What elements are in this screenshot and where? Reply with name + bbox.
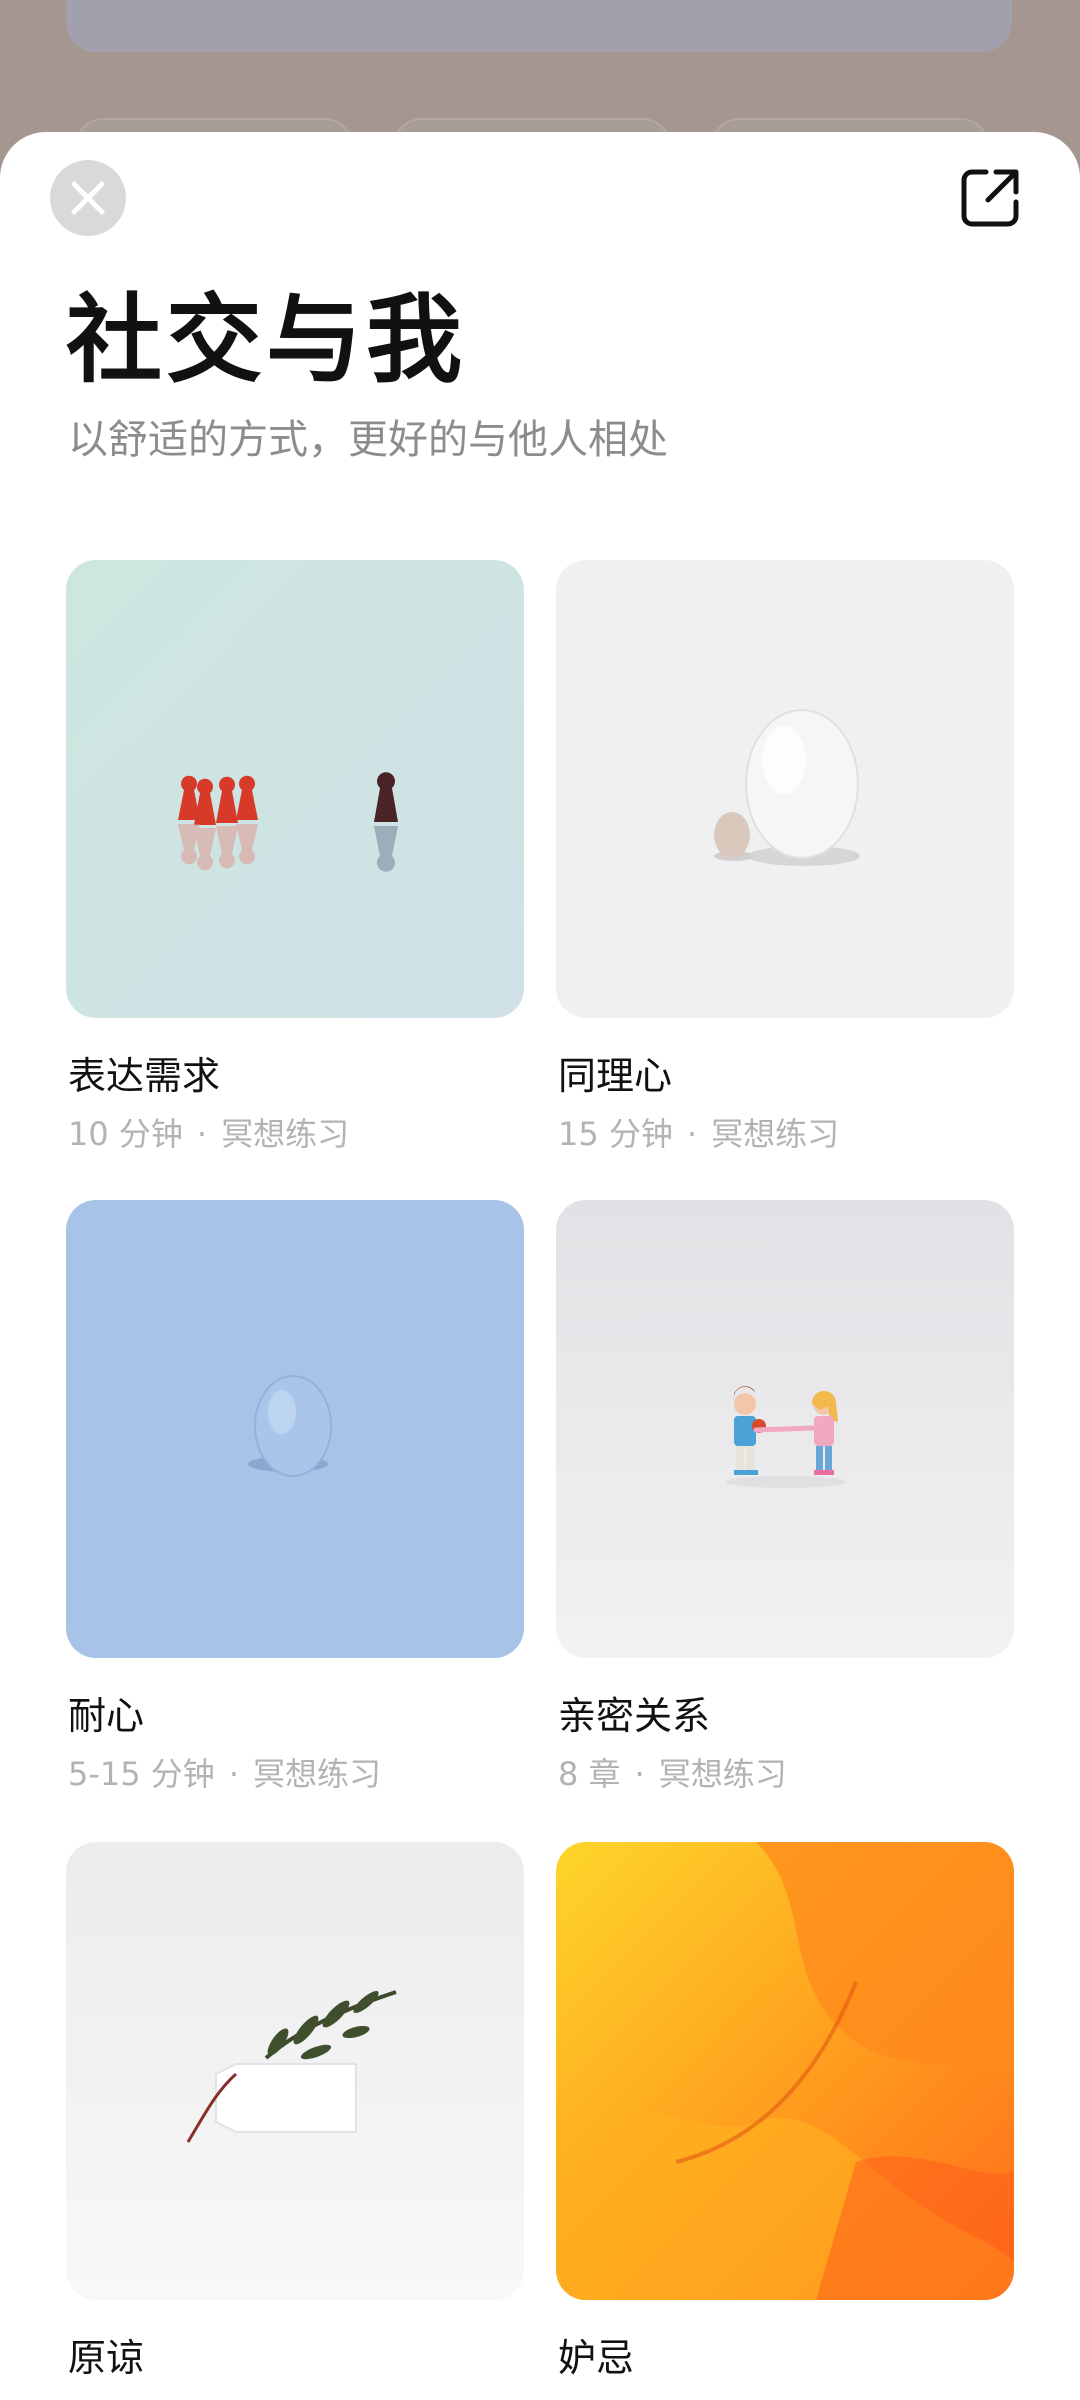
close-button[interactable] <box>50 160 126 236</box>
course-meta: 10 分钟 · 冥想练习 <box>68 1115 350 1153</box>
course-thumbnail <box>556 1842 1014 2300</box>
external-link-icon <box>961 169 1019 227</box>
course-thumbnail <box>556 1200 1014 1658</box>
course-card[interactable]: 妒忌 <box>556 1842 1014 2380</box>
course-thumbnail <box>556 560 1014 1018</box>
course-meta: 5-15 分钟 · 冥想练习 <box>68 1755 381 1793</box>
page-title: 社交与我 <box>66 284 466 396</box>
course-thumbnail <box>66 560 524 1018</box>
share-button[interactable] <box>958 166 1022 230</box>
course-card[interactable]: 同理心 15 分钟 · 冥想练习 <box>556 560 1014 1153</box>
course-thumbnail <box>66 1842 524 2300</box>
course-meta: 15 分钟 · 冥想练习 <box>558 1115 840 1153</box>
course-title: 耐心 <box>68 1694 145 1738</box>
course-title: 表达需求 <box>68 1054 221 1098</box>
course-thumbnail <box>66 1200 524 1658</box>
background-banner <box>66 0 1012 52</box>
close-icon <box>71 181 105 215</box>
course-title: 妒忌 <box>558 2336 635 2380</box>
page-subtitle: 以舒适的方式，更好的与他人相处 <box>68 417 668 463</box>
course-title: 原谅 <box>68 2336 145 2380</box>
course-card[interactable]: 原谅 <box>66 1842 524 2380</box>
course-card[interactable]: 亲密关系 8 章 · 冥想练习 <box>556 1200 1014 1793</box>
course-card[interactable]: 耐心 5-15 分钟 · 冥想练习 <box>66 1200 524 1793</box>
course-meta: 8 章 · 冥想练习 <box>558 1755 787 1793</box>
course-title: 同理心 <box>558 1054 673 1098</box>
course-card[interactable]: 表达需求 10 分钟 · 冥想练习 <box>66 560 524 1153</box>
course-title: 亲密关系 <box>558 1694 711 1738</box>
